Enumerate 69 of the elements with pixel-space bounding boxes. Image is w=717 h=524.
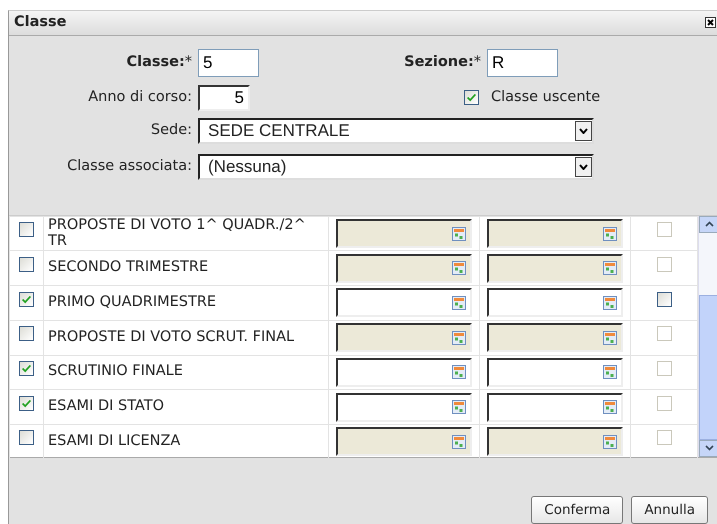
dialog-button[interactable]: Annulla [631, 496, 708, 524]
field-label: Sede: [150, 120, 193, 140]
checkbox[interactable] [19, 256, 34, 272]
field-label: Anno di corso: [87, 88, 193, 107]
date-field[interactable] [487, 288, 623, 318]
checkbox[interactable] [19, 430, 34, 446]
date-field[interactable] [336, 254, 472, 283]
date-field[interactable] [336, 323, 472, 352]
checkbox[interactable] [19, 326, 34, 342]
calendar-icon[interactable] [452, 400, 466, 414]
checkbox[interactable] [19, 396, 34, 412]
period-name: SCRUTINIO FINALE [44, 355, 328, 390]
calendar-icon[interactable] [452, 365, 466, 380]
period-name: PROPOSTE DI VOTO SCRUT. FINAL [44, 320, 328, 355]
date-field[interactable] [487, 427, 623, 456]
checkmark-icon [20, 293, 33, 306]
field-label: Classe associata: [66, 156, 193, 176]
date-field[interactable] [336, 392, 472, 422]
calendar-icon[interactable] [603, 330, 617, 345]
checkbox[interactable] [656, 292, 672, 307]
scroll-down-icon[interactable] [704, 445, 714, 452]
calendar-icon[interactable] [603, 296, 617, 310]
calendar-icon[interactable] [603, 226, 617, 241]
period-name: ESAMI DI STATO [44, 390, 328, 424]
date-field[interactable] [336, 427, 472, 456]
field-label: Classe:* [125, 53, 193, 72]
calendar-icon[interactable] [452, 296, 466, 310]
text-field[interactable]: 5 [198, 84, 250, 111]
scrollbar-thumb[interactable] [699, 294, 717, 440]
dialog-button[interactable]: Conferma [531, 496, 624, 524]
checkmark-icon [20, 397, 33, 410]
period-name: PROPOSTE DI VOTO 1^ QUADR./2^ TR [44, 216, 328, 251]
field-label: Sezione:* [403, 53, 482, 72]
checkbox[interactable] [19, 292, 34, 308]
calendar-icon[interactable] [452, 261, 466, 276]
date-field[interactable] [487, 254, 623, 283]
vertical-scrollbar[interactable] [698, 216, 717, 457]
calendar-icon[interactable] [452, 434, 466, 449]
text-field[interactable]: 5 [198, 49, 259, 78]
checkmark-icon [465, 91, 478, 104]
calendar-icon[interactable] [603, 400, 617, 414]
date-field[interactable] [336, 288, 472, 318]
select-dropdown[interactable]: SEDE CENTRALE [198, 118, 594, 144]
caret-icon [579, 164, 588, 170]
period-name: SECONDO TRIMESTRE [44, 250, 328, 286]
calendar-icon[interactable] [603, 365, 617, 380]
checkbox[interactable] [464, 90, 479, 106]
caret-icon [579, 128, 588, 134]
calendar-icon[interactable] [452, 226, 466, 241]
date-field[interactable] [336, 358, 472, 387]
period-name: PRIMO QUADRIMESTRE [44, 286, 328, 320]
date-field[interactable] [487, 219, 623, 248]
calendar-icon[interactable] [452, 330, 466, 345]
scroll-up-icon[interactable] [704, 221, 714, 228]
checkbox[interactable] [19, 361, 34, 376]
checkbox-label: Classe uscente [491, 88, 600, 107]
period-name: ESAMI DI LICENZA [44, 424, 328, 460]
calendar-icon[interactable] [603, 261, 617, 276]
date-field[interactable] [487, 392, 623, 422]
checkmark-icon [20, 362, 33, 376]
date-field[interactable] [487, 323, 623, 352]
checkbox[interactable] [19, 222, 34, 238]
date-field[interactable] [487, 358, 623, 387]
close-icon[interactable] [705, 17, 716, 28]
select-dropdown[interactable]: (Nessuna) [198, 154, 594, 180]
dialog-title: Classe [14, 12, 66, 32]
date-field[interactable] [336, 219, 472, 248]
calendar-icon[interactable] [603, 434, 617, 449]
text-field[interactable]: R [487, 49, 558, 78]
